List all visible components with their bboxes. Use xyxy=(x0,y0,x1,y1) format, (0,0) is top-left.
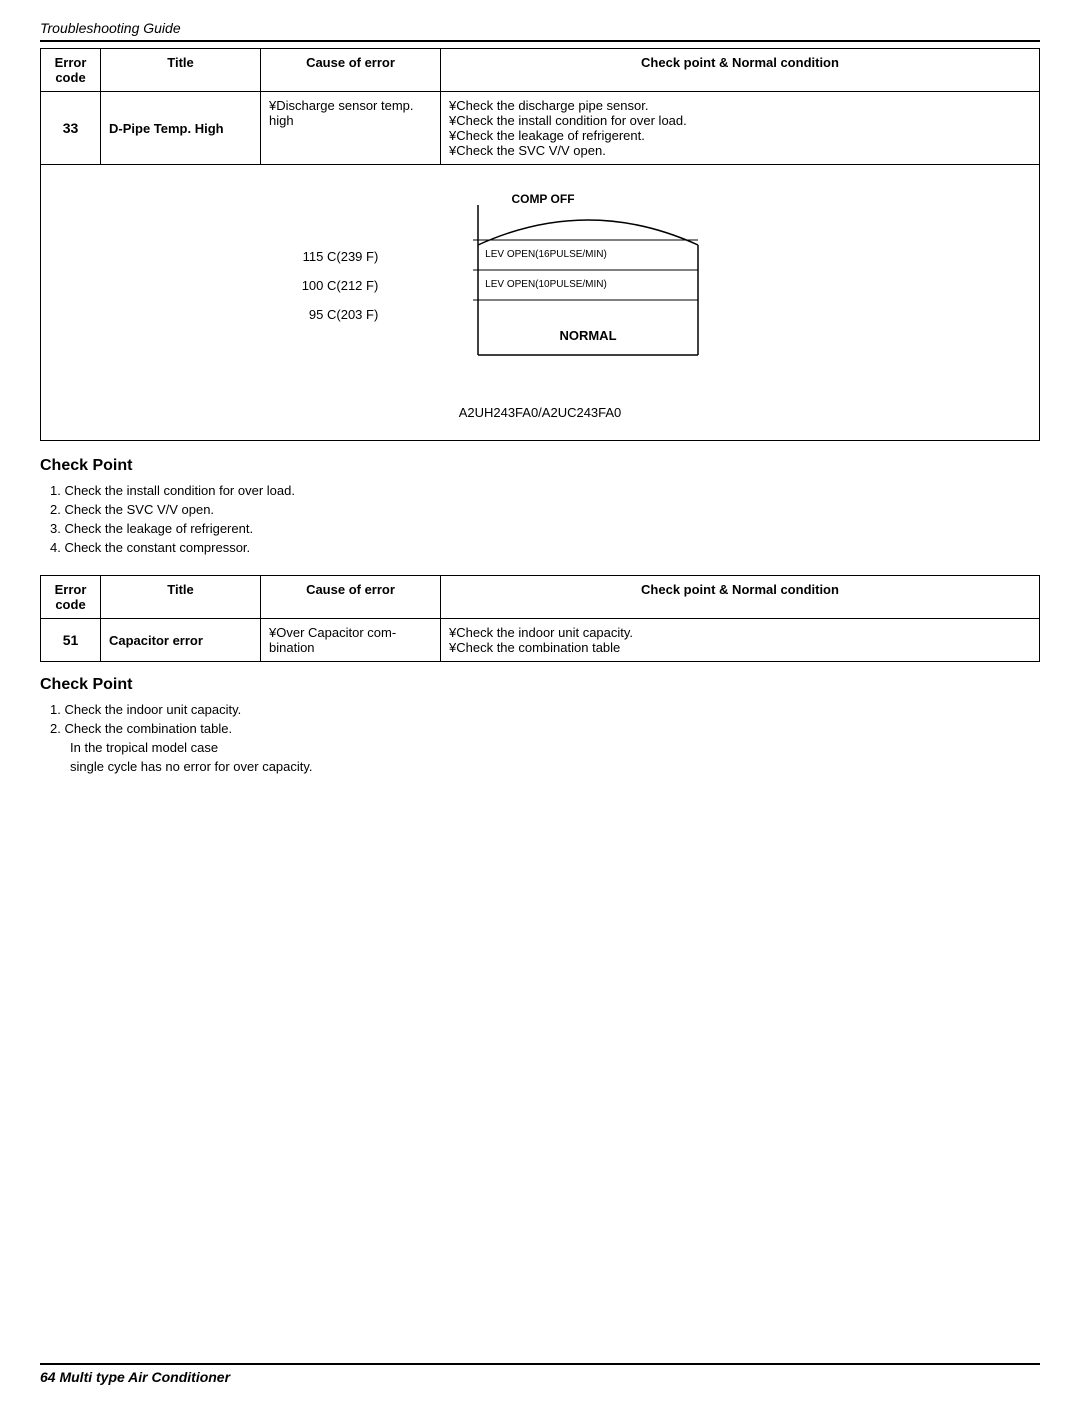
diagram-svg: COMP OFF LEV OPEN(16PULSE/MIN) LEV OPEN(… xyxy=(398,185,778,385)
check-point-note-2: single cycle has no error for over capac… xyxy=(40,759,1040,774)
error-code-51: 51 xyxy=(41,619,101,662)
col-header-check: Check point & Normal condition xyxy=(441,49,1040,92)
error-check-33: ¥Check the discharge pipe sensor. ¥Check… xyxy=(441,92,1040,165)
label-95: 95 C(203 F) xyxy=(302,307,379,322)
diagram-model: A2UH243FA0/A2UC243FA0 xyxy=(459,405,622,420)
col-header-error-code: Errorcode xyxy=(41,49,101,92)
check-point-item-2-2: 2. Check the combination table. xyxy=(50,721,1040,736)
page-header: Troubleshooting Guide xyxy=(40,20,1040,42)
check-51-item-1: ¥Check the indoor unit capacity. xyxy=(449,625,1031,640)
diagram-labels: 115 C(239 F) 100 C(212 F) 95 C(203 F) xyxy=(302,249,379,322)
col-header-title: Title xyxy=(101,49,261,92)
col-header-cause: Cause of error xyxy=(261,49,441,92)
check-point-item-1-2: 2. Check the SVC V/V open. xyxy=(50,502,1040,517)
error-title-33: D-Pipe Temp. High xyxy=(101,92,261,165)
footer-text: 64 Multi type Air Conditioner xyxy=(40,1369,230,1385)
label-115: 115 C(239 F) xyxy=(302,249,379,264)
check-point-section-1: Check Point 1. Check the install conditi… xyxy=(40,457,1040,555)
header-title: Troubleshooting Guide xyxy=(40,20,181,36)
check-item-1: ¥Check the discharge pipe sensor. xyxy=(449,98,1031,113)
error-code-33: 33 xyxy=(41,92,101,165)
label-100: 100 C(212 F) xyxy=(302,278,379,293)
error-table-1: Errorcode Title Cause of error Check poi… xyxy=(40,48,1040,165)
error-table-2: Errorcode Title Cause of error Check poi… xyxy=(40,575,1040,662)
error-check-51: ¥Check the indoor unit capacity. ¥Check … xyxy=(441,619,1040,662)
check-point-item-2-1: 1. Check the indoor unit capacity. xyxy=(50,702,1040,717)
svg-text:COMP OFF: COMP OFF xyxy=(512,192,575,206)
check-point-item-1-3: 3. Check the leakage of refrigerent. xyxy=(50,521,1040,536)
svg-text:LEV OPEN(10PULSE/MIN): LEV OPEN(10PULSE/MIN) xyxy=(485,279,607,290)
check-point-section-2: Check Point 1. Check the indoor unit cap… xyxy=(40,676,1040,774)
col2-header-check: Check point & Normal condition xyxy=(441,576,1040,619)
check-point-title-2: Check Point xyxy=(40,676,1040,694)
check-point-list-1: 1. Check the install condition for over … xyxy=(40,483,1040,555)
check-item-4: ¥Check the SVC V/V open. xyxy=(449,143,1031,158)
check-point-note-1: In the tropical model case xyxy=(40,740,1040,755)
check-point-list-2: 1. Check the indoor unit capacity. 2. Ch… xyxy=(40,702,1040,736)
diagram-box: 115 C(239 F) 100 C(212 F) 95 C(203 F) CO… xyxy=(40,165,1040,441)
col2-header-error-code: Errorcode xyxy=(41,576,101,619)
svg-text:NORMAL: NORMAL xyxy=(560,328,617,343)
check-51-item-2: ¥Check the combination table xyxy=(449,640,1031,655)
check-point-title-1: Check Point xyxy=(40,457,1040,475)
check-item-2: ¥Check the install condition for over lo… xyxy=(449,113,1031,128)
col2-header-cause: Cause of error xyxy=(261,576,441,619)
check-point-item-1-4: 4. Check the constant compressor. xyxy=(50,540,1040,555)
svg-text:LEV OPEN(16PULSE/MIN): LEV OPEN(16PULSE/MIN) xyxy=(485,249,607,260)
check-point-item-1-1: 1. Check the install condition for over … xyxy=(50,483,1040,498)
error-title-51: Capacitor error xyxy=(101,619,261,662)
check-item-3: ¥Check the leakage of refrigerent. xyxy=(449,128,1031,143)
error-cause-51: ¥Over Capacitor com- bination xyxy=(261,619,441,662)
diagram-container: 115 C(239 F) 100 C(212 F) 95 C(203 F) CO… xyxy=(302,185,779,385)
page-footer: 64 Multi type Air Conditioner xyxy=(40,1363,1040,1385)
error-cause-33: ¥Discharge sensor temp. high xyxy=(261,92,441,165)
col2-header-title: Title xyxy=(101,576,261,619)
